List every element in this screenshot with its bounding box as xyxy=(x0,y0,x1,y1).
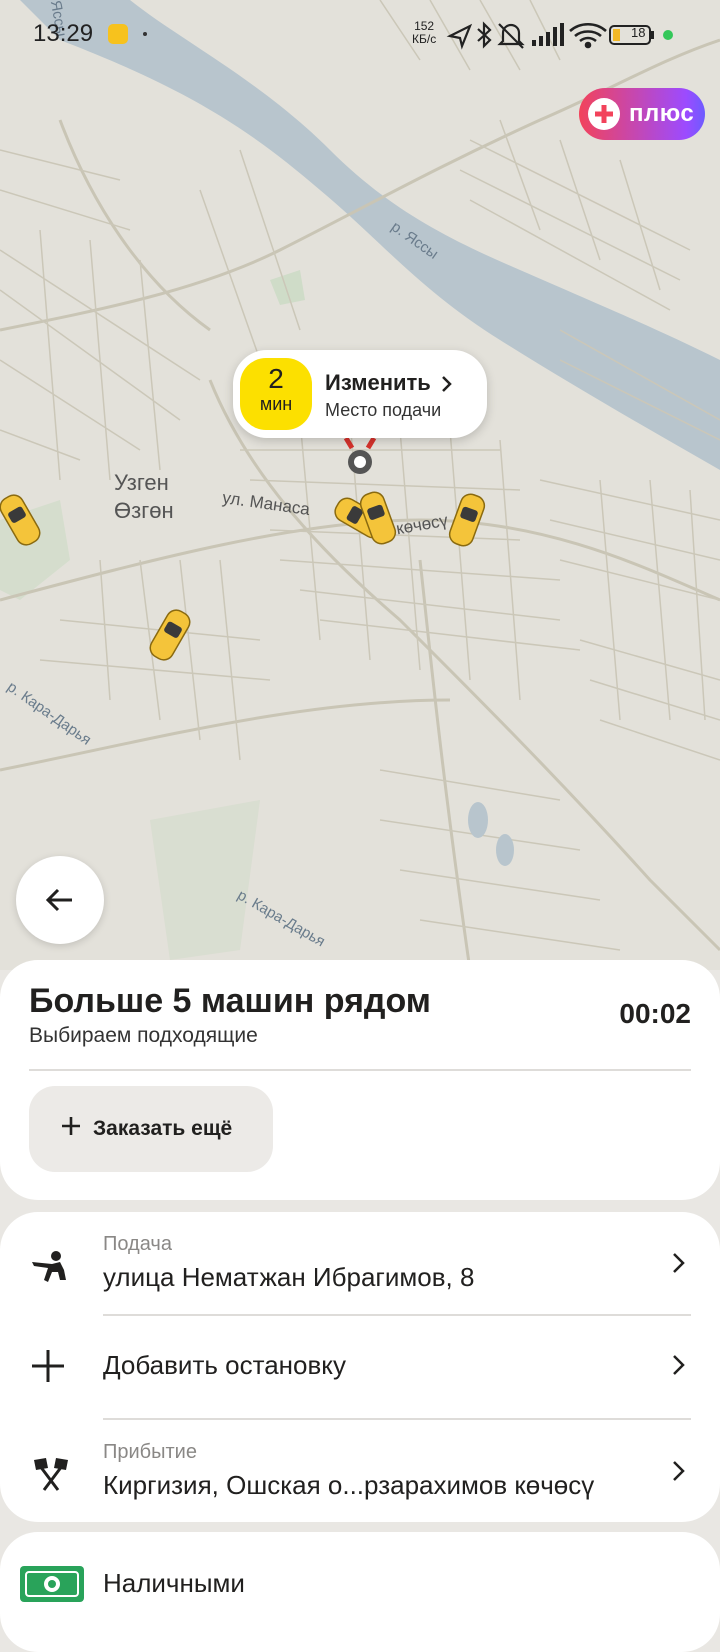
map-view[interactable]: Узген Өзгөн ул. Манаса көчөсү р. Яссы р.… xyxy=(0,0,720,970)
map-canvas xyxy=(0,0,720,970)
notification-app-icon xyxy=(108,24,128,44)
location-arrow-icon xyxy=(446,23,473,50)
chevron-right-icon xyxy=(442,376,452,392)
bluetooth-icon xyxy=(477,21,492,49)
arrival-address: Киргизия, Ошская о...рзарахимов көчөсү xyxy=(103,1470,595,1500)
cash-icon xyxy=(20,1566,84,1602)
plus-icon xyxy=(62,1117,80,1135)
plus-subscription-button[interactable]: плюс xyxy=(579,88,705,140)
eta-badge: 2 мин xyxy=(240,358,312,430)
payment-method-label: Наличными xyxy=(103,1568,245,1598)
notification-dot-icon xyxy=(143,32,147,36)
pickup-caption: Место подачи xyxy=(325,400,442,420)
pickup-row[interactable]: Подача улица Нематжан Ибрагимов, 8 xyxy=(0,1212,720,1314)
person-waving-icon xyxy=(32,1251,66,1282)
pickup-pin-icon xyxy=(343,438,377,474)
chevron-right-icon xyxy=(673,1253,685,1273)
pickup-caption: Подача xyxy=(103,1233,172,1255)
status-icons xyxy=(446,21,673,50)
active-dot-icon xyxy=(663,30,673,40)
plus-logo-icon xyxy=(588,98,620,130)
finish-flags-icon xyxy=(34,1458,68,1491)
search-timer: 00:02 xyxy=(619,998,691,1029)
chevron-right-icon xyxy=(673,1461,685,1481)
eta-unit: мин xyxy=(259,394,293,414)
network-speed-unit: КБ/с xyxy=(412,32,437,46)
add-stop-label: Добавить остановку xyxy=(103,1350,346,1380)
add-stop-row[interactable]: Добавить остановку xyxy=(0,1316,720,1418)
status-bar: 13:29 152 КБ/с 18 xyxy=(0,0,720,70)
arrival-caption: Прибытие xyxy=(103,1441,197,1463)
signal-icon xyxy=(532,23,564,46)
map-city-label-local: Өзгөн xyxy=(114,498,174,523)
status-time: 13:29 xyxy=(33,20,94,47)
chevron-right-icon xyxy=(673,1355,685,1375)
map-city-label: Узген xyxy=(114,470,169,495)
plus-icon xyxy=(32,1350,64,1382)
wifi-icon xyxy=(569,22,607,49)
network-speed-value: 152 xyxy=(414,19,435,33)
order-more-label: Заказать ещё xyxy=(93,1117,233,1140)
search-status-subtitle: Выбираем подходящие xyxy=(29,1024,258,1047)
network-speed: 152 КБ/с xyxy=(412,20,436,46)
arrow-left-icon xyxy=(45,888,72,912)
pickup-bubble[interactable]: 2 мин Изменить Место подачи xyxy=(233,350,487,438)
divider xyxy=(29,1069,691,1071)
bell-muted-icon xyxy=(497,23,525,49)
back-button[interactable] xyxy=(16,856,104,944)
change-pickup-link[interactable]: Изменить xyxy=(325,370,431,396)
destination-row[interactable]: Прибытие Киргизия, Ошская о...рзарахимов… xyxy=(0,1420,720,1522)
pickup-address: улица Нематжан Ибрагимов, 8 xyxy=(103,1262,475,1292)
plus-label: плюс xyxy=(629,100,695,127)
eta-value: 2 xyxy=(268,363,284,394)
battery-percent: 18 xyxy=(631,25,646,40)
order-more-button[interactable]: Заказать ещё xyxy=(29,1086,273,1172)
